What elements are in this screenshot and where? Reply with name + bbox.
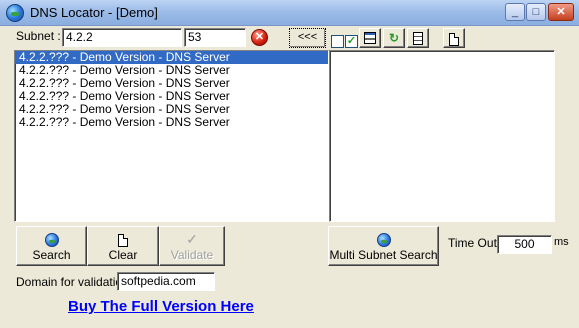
globe-search-icon <box>376 233 391 248</box>
maximize-button[interactable]: □ <box>526 3 546 21</box>
new-document-icon <box>449 33 459 47</box>
stop-icon[interactable]: ✕ <box>251 29 268 46</box>
refresh-button[interactable]: ↻ <box>383 28 405 48</box>
new-document-button[interactable] <box>443 28 465 48</box>
minimize-button[interactable]: _ <box>505 3 525 21</box>
validate-button-label: Validate <box>170 248 214 262</box>
option-checkbox-1[interactable] <box>331 35 344 48</box>
refresh-icon: ↻ <box>388 31 400 45</box>
multi-subnet-search-label: Multi Subnet Search <box>329 248 438 262</box>
timeout-unit: ms <box>554 236 569 248</box>
window-title: DNS Locator - [Demo] <box>30 5 158 20</box>
notes-icon <box>413 32 423 45</box>
result-item[interactable]: 4.2.2.??? - Demo Version - DNS Server <box>15 116 328 129</box>
subnet-input[interactable]: 4.2.2 <box>62 28 182 47</box>
validate-button[interactable]: ✓ Validate <box>159 226 225 266</box>
option-checkbox-2[interactable]: ✓ <box>345 35 358 48</box>
subnet-label: Subnet : <box>16 29 61 43</box>
app-window: DNS Locator - [Demo] _ □ ✕ Subnet : 4.2.… <box>0 0 579 328</box>
results-list[interactable]: 4.2.2.??? - Demo Version - DNS Server 4.… <box>14 50 329 222</box>
globe-search-icon <box>44 233 59 248</box>
globe-app-icon <box>6 4 24 22</box>
clear-button[interactable]: Clear <box>87 226 159 266</box>
collapse-panel-button[interactable]: <<< <box>289 28 326 48</box>
validation-domain-input[interactable]: softpedia.com <box>117 272 215 291</box>
notes-button[interactable] <box>407 28 429 48</box>
details-pane[interactable] <box>329 50 555 222</box>
timeout-label: Time Out: <box>448 236 501 250</box>
list-view-button[interactable] <box>359 28 381 48</box>
multi-subnet-search-button[interactable]: Multi Subnet Search <box>328 226 439 266</box>
checkmark-icon: ✓ <box>186 231 198 247</box>
timeout-input[interactable]: 500 <box>497 235 552 254</box>
title-bar[interactable]: DNS Locator - [Demo] _ □ ✕ <box>0 0 579 26</box>
clear-button-label: Clear <box>108 248 138 262</box>
search-button-label: Search <box>32 248 71 262</box>
close-button[interactable]: ✕ <box>548 3 574 21</box>
list-view-icon <box>364 32 376 44</box>
search-button[interactable]: Search <box>16 226 87 266</box>
blank-page-icon <box>118 233 128 247</box>
buy-full-version-link[interactable]: Buy The Full Version Here <box>68 298 254 315</box>
port-range-input[interactable]: 53 <box>184 28 246 47</box>
